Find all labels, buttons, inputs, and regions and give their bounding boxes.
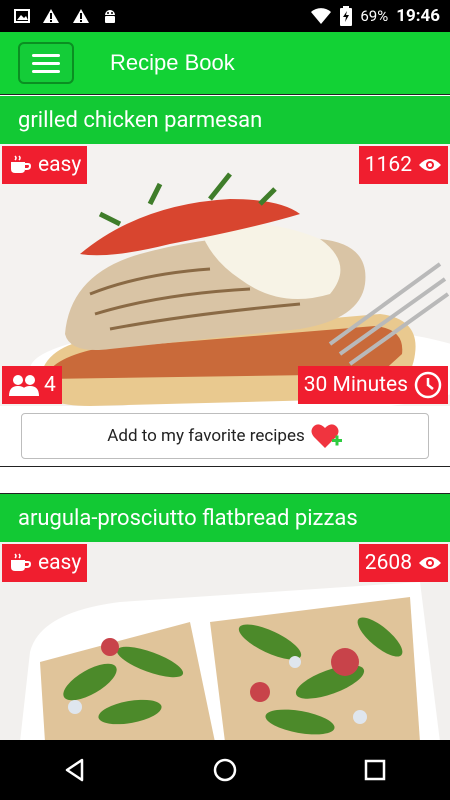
recipe-image[interactable]: easy 1162 4 30 Minutes [0, 144, 450, 406]
time-badge: 30 Minutes [297, 366, 448, 404]
heart-plus-icon [311, 424, 342, 448]
recipe-image[interactable]: easy 2608 [0, 542, 450, 742]
divider [0, 94, 450, 95]
add-favorite-label: Add to my favorite recipes [107, 426, 305, 446]
back-icon[interactable] [62, 757, 88, 783]
recipe-card[interactable]: arugula-prosciutto flatbread pizzas easy… [0, 493, 450, 743]
recipe-title[interactable]: arugula-prosciutto flatbread pizzas [0, 494, 450, 542]
difficulty-badge: easy [2, 544, 88, 582]
servings-badge: 4 [2, 366, 62, 404]
warning-icon [73, 9, 89, 23]
cook-time: 30 Minutes [303, 373, 408, 397]
views-badge: 2608 [358, 544, 448, 582]
app-bar: Recipe Book [0, 32, 450, 94]
status-bar: 69% 19:46 [0, 0, 450, 32]
cup-icon [11, 553, 32, 571]
home-icon[interactable] [212, 757, 238, 783]
difficulty-badge: easy [2, 146, 88, 184]
menu-button[interactable] [18, 42, 74, 84]
navigation-bar [0, 740, 450, 800]
hamburger-icon [32, 53, 60, 57]
views-count: 2608 [364, 551, 412, 575]
recipe-title[interactable]: grilled chicken parmesan [0, 96, 450, 144]
eye-icon [419, 159, 441, 171]
people-icon [9, 375, 39, 396]
eye-icon [419, 557, 441, 569]
servings-count: 4 [44, 373, 56, 397]
android-icon [105, 10, 115, 23]
add-favorite-button[interactable]: Add to my favorite recipes [21, 413, 429, 459]
app-title: Recipe Book [110, 50, 235, 75]
favorite-row: Add to my favorite recipes [0, 406, 450, 466]
image-icon [14, 9, 30, 23]
battery-icon [340, 6, 353, 26]
views-count: 1162 [364, 153, 412, 177]
clock-icon [414, 371, 442, 399]
cup-icon [11, 155, 32, 173]
recents-icon[interactable] [362, 757, 388, 783]
difficulty-label: easy [38, 153, 82, 177]
recipe-card[interactable]: grilled chicken parmesan easy 1162 4 30 … [0, 96, 450, 467]
clock: 19:46 [396, 6, 440, 26]
views-badge: 1162 [358, 146, 448, 184]
battery-level: 69% [360, 7, 389, 25]
difficulty-label: easy [38, 551, 82, 575]
warning-icon [43, 9, 59, 23]
recipe-feed[interactable]: grilled chicken parmesan easy 1162 4 30 … [0, 94, 450, 743]
wifi-icon [311, 8, 332, 24]
